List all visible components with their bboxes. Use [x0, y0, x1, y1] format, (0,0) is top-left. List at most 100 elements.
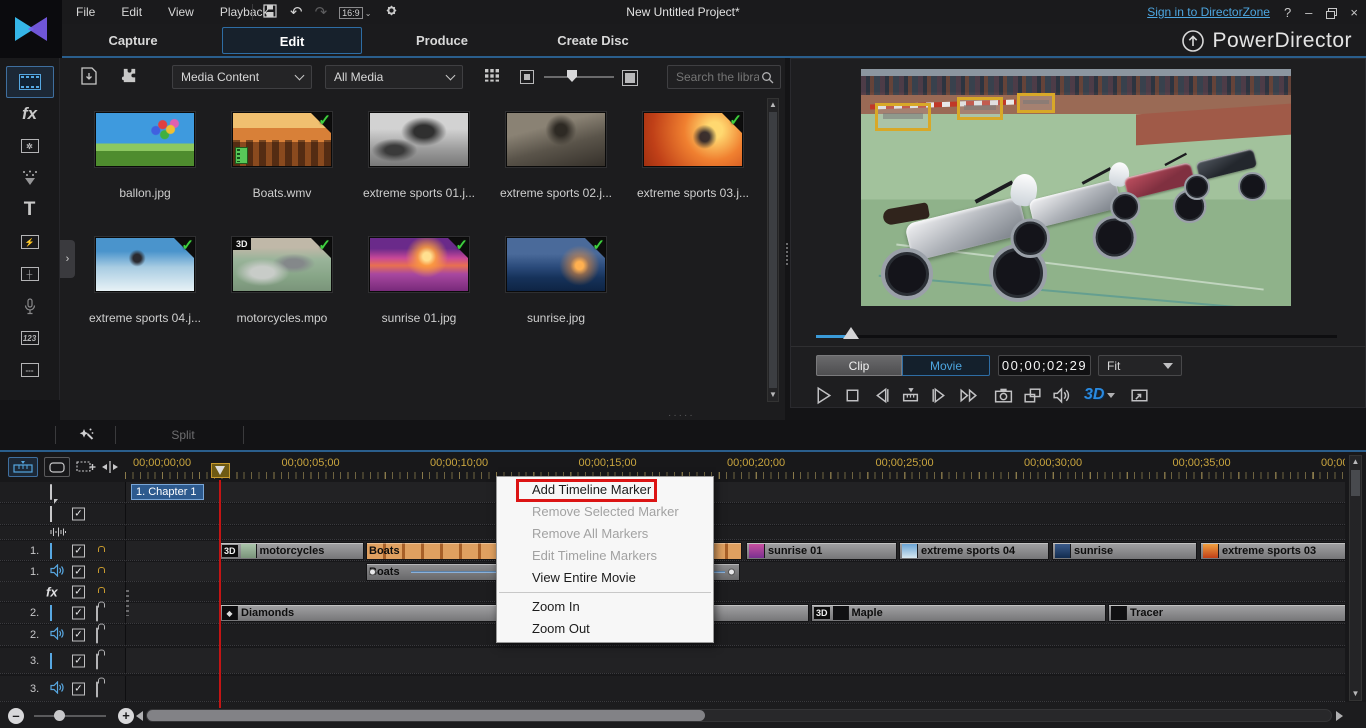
timeline-clip[interactable]: extreme sports 04 — [899, 542, 1049, 560]
menu-item-zoom-out[interactable]: Zoom Out — [497, 618, 713, 640]
minimize-button[interactable]: – — [1305, 6, 1312, 19]
library-scrollbar[interactable]: ▲ ▼ — [767, 98, 779, 402]
timeline-hscrollbar-thumb[interactable] — [147, 710, 705, 721]
media-thumbnail[interactable]: ✓ — [369, 237, 469, 292]
sidebar-item-media-room[interactable] — [6, 66, 54, 98]
media-item[interactable]: ✓sunrise 01.jpg — [369, 237, 469, 292]
thumbnail-small-icon[interactable] — [520, 70, 534, 84]
fast-forward-button[interactable] — [958, 385, 979, 406]
track-enable-checkbox[interactable]: ✓ — [72, 607, 85, 620]
track-lock-icon[interactable] — [96, 607, 98, 621]
movie-mode-button[interactable]: Movie — [902, 355, 990, 376]
zoom-fit-dropdown[interactable]: Fit — [1098, 355, 1182, 376]
scroll-down-icon[interactable]: ▼ — [768, 389, 778, 401]
grid-view-icon[interactable] — [484, 68, 500, 87]
track-header-waveform[interactable] — [0, 526, 125, 539]
track-header-fx[interactable]: fx✓ — [0, 582, 125, 601]
track-header-chapter[interactable] — [0, 482, 125, 502]
timecode-display[interactable]: 00;00;02;29 — [998, 355, 1091, 376]
menu-view[interactable]: View — [168, 5, 194, 19]
tab-capture[interactable]: Capture — [65, 27, 201, 54]
import-media-icon[interactable] — [80, 66, 98, 89]
track-content-fx[interactable] — [125, 582, 1345, 601]
track-header-video3[interactable]: 3.✓ — [0, 648, 125, 673]
storyboard-view-button[interactable] — [44, 457, 70, 477]
zoom-out-button[interactable]: – — [8, 708, 24, 724]
track-content-video2[interactable]: ◆Diamonds3DMapleTracer — [125, 603, 1345, 623]
media-item[interactable]: ✓extreme sports 04.j... — [95, 237, 195, 292]
track-lock-icon[interactable] — [96, 654, 98, 668]
track-header-audio1[interactable]: 1.✓ — [0, 562, 125, 581]
timeline-clip[interactable]: extreme sports 03 — [1200, 542, 1346, 560]
timeline-zoom-slider[interactable] — [34, 715, 106, 717]
content-type-dropdown[interactable]: Media Content — [172, 65, 312, 89]
media-item[interactable]: extreme sports 02.j... — [506, 112, 606, 167]
restore-button[interactable] — [1326, 8, 1336, 17]
seek-bar[interactable] — [816, 335, 1337, 338]
timeline-ruler[interactable]: 00;00;00;0000;00;05;0000;00;10;0000;00;1… — [125, 455, 1345, 480]
aspect-ratio-dropdown[interactable]: 16:9⌄ — [339, 5, 371, 19]
save-icon[interactable] — [262, 3, 278, 22]
media-thumbnail[interactable]: ✓ — [506, 237, 606, 292]
menu-edit[interactable]: Edit — [121, 5, 142, 19]
sidebar-item-effect-room[interactable]: fx — [6, 98, 54, 130]
media-item[interactable]: ballon.jpg — [95, 112, 195, 167]
sidebar-item-audio-mixing-room[interactable]: ┼ — [6, 258, 54, 290]
scroll-left-icon[interactable] — [136, 711, 143, 721]
menu-item-view-entire-movie[interactable]: View Entire Movie — [497, 567, 713, 589]
thumbnail-size-slider[interactable] — [544, 76, 614, 78]
scroll-up-icon[interactable]: ▲ — [1350, 456, 1361, 468]
add-track-button[interactable] — [76, 457, 96, 477]
track-header-grip[interactable] — [126, 590, 129, 616]
preview-quality-icon[interactable] — [1129, 385, 1150, 406]
tab-create-disc[interactable]: Create Disc — [518, 27, 668, 54]
next-frame-button[interactable] — [929, 385, 950, 406]
scroll-down-icon[interactable]: ▼ — [1350, 688, 1361, 700]
track-header-video2[interactable]: 2.✓ — [0, 603, 125, 623]
timeline-zoom-handle[interactable] — [54, 710, 65, 721]
track-enable-checkbox[interactable]: ✓ — [72, 682, 85, 695]
timeline-clip[interactable]: 3DMaple — [811, 604, 1106, 622]
sidebar-expand-handle[interactable]: › — [60, 240, 75, 278]
thumbnail-size-slider-handle[interactable] — [567, 70, 577, 82]
scroll-up-icon[interactable]: ▲ — [768, 99, 778, 111]
track-enable-checkbox[interactable]: ✓ — [72, 585, 85, 598]
media-item[interactable]: ✓Boats.wmv — [232, 112, 332, 167]
play-button[interactable] — [813, 385, 834, 406]
plugins-puzzle-icon[interactable] — [120, 66, 139, 88]
zoom-in-button[interactable]: + — [118, 708, 134, 724]
tab-produce[interactable]: Produce — [374, 27, 510, 54]
search-input[interactable] — [674, 69, 761, 85]
library-scrollbar-thumb[interactable] — [769, 112, 777, 388]
track-content-video1[interactable]: 3DmotorcyclesBoatssunrise 01extreme spor… — [125, 541, 1345, 560]
track-header-subtitle[interactable]: ✓ — [0, 504, 125, 524]
track-enable-checkbox[interactable]: ✓ — [72, 654, 85, 667]
3d-mode-button[interactable]: 3D — [1084, 386, 1115, 404]
seek-handle[interactable] — [843, 327, 859, 339]
sidebar-item-voiceover-room[interactable] — [6, 290, 54, 322]
track-lock-icon[interactable] — [96, 629, 98, 643]
timeline-clip[interactable]: sunrise 01 — [746, 542, 897, 560]
video-preview-frame[interactable] — [861, 69, 1291, 306]
stop-button[interactable] — [842, 385, 863, 406]
media-thumbnail[interactable] — [95, 112, 195, 167]
timeline-vscrollbar-thumb[interactable] — [1351, 470, 1360, 496]
panel-resize-dots[interactable]: ····· — [668, 414, 698, 418]
track-content-video3[interactable] — [125, 648, 1345, 673]
undo-icon[interactable]: ↶ — [290, 5, 303, 20]
fix-enhance-wand-icon[interactable] — [76, 425, 96, 448]
undock-preview-icon[interactable] — [1022, 385, 1043, 406]
snapshot-camera-icon[interactable] — [993, 385, 1014, 406]
track-enable-checkbox[interactable]: ✓ — [72, 629, 85, 642]
clip-mode-button[interactable]: Clip — [816, 355, 902, 376]
media-thumbnail[interactable] — [506, 112, 606, 167]
sidebar-item-chapter-room[interactable]: 123 — [6, 322, 54, 354]
tab-edit[interactable]: Edit — [222, 27, 362, 54]
media-thumbnail[interactable]: 3D✓ — [232, 237, 332, 292]
media-thumbnail[interactable]: ✓ — [643, 112, 743, 167]
settings-gear-icon[interactable] — [383, 2, 400, 22]
track-content-subtitle[interactable] — [125, 504, 1345, 524]
playhead-line[interactable] — [219, 480, 221, 708]
timeline-ruler-view-button[interactable] — [8, 457, 38, 477]
previous-frame-button[interactable] — [871, 385, 892, 406]
